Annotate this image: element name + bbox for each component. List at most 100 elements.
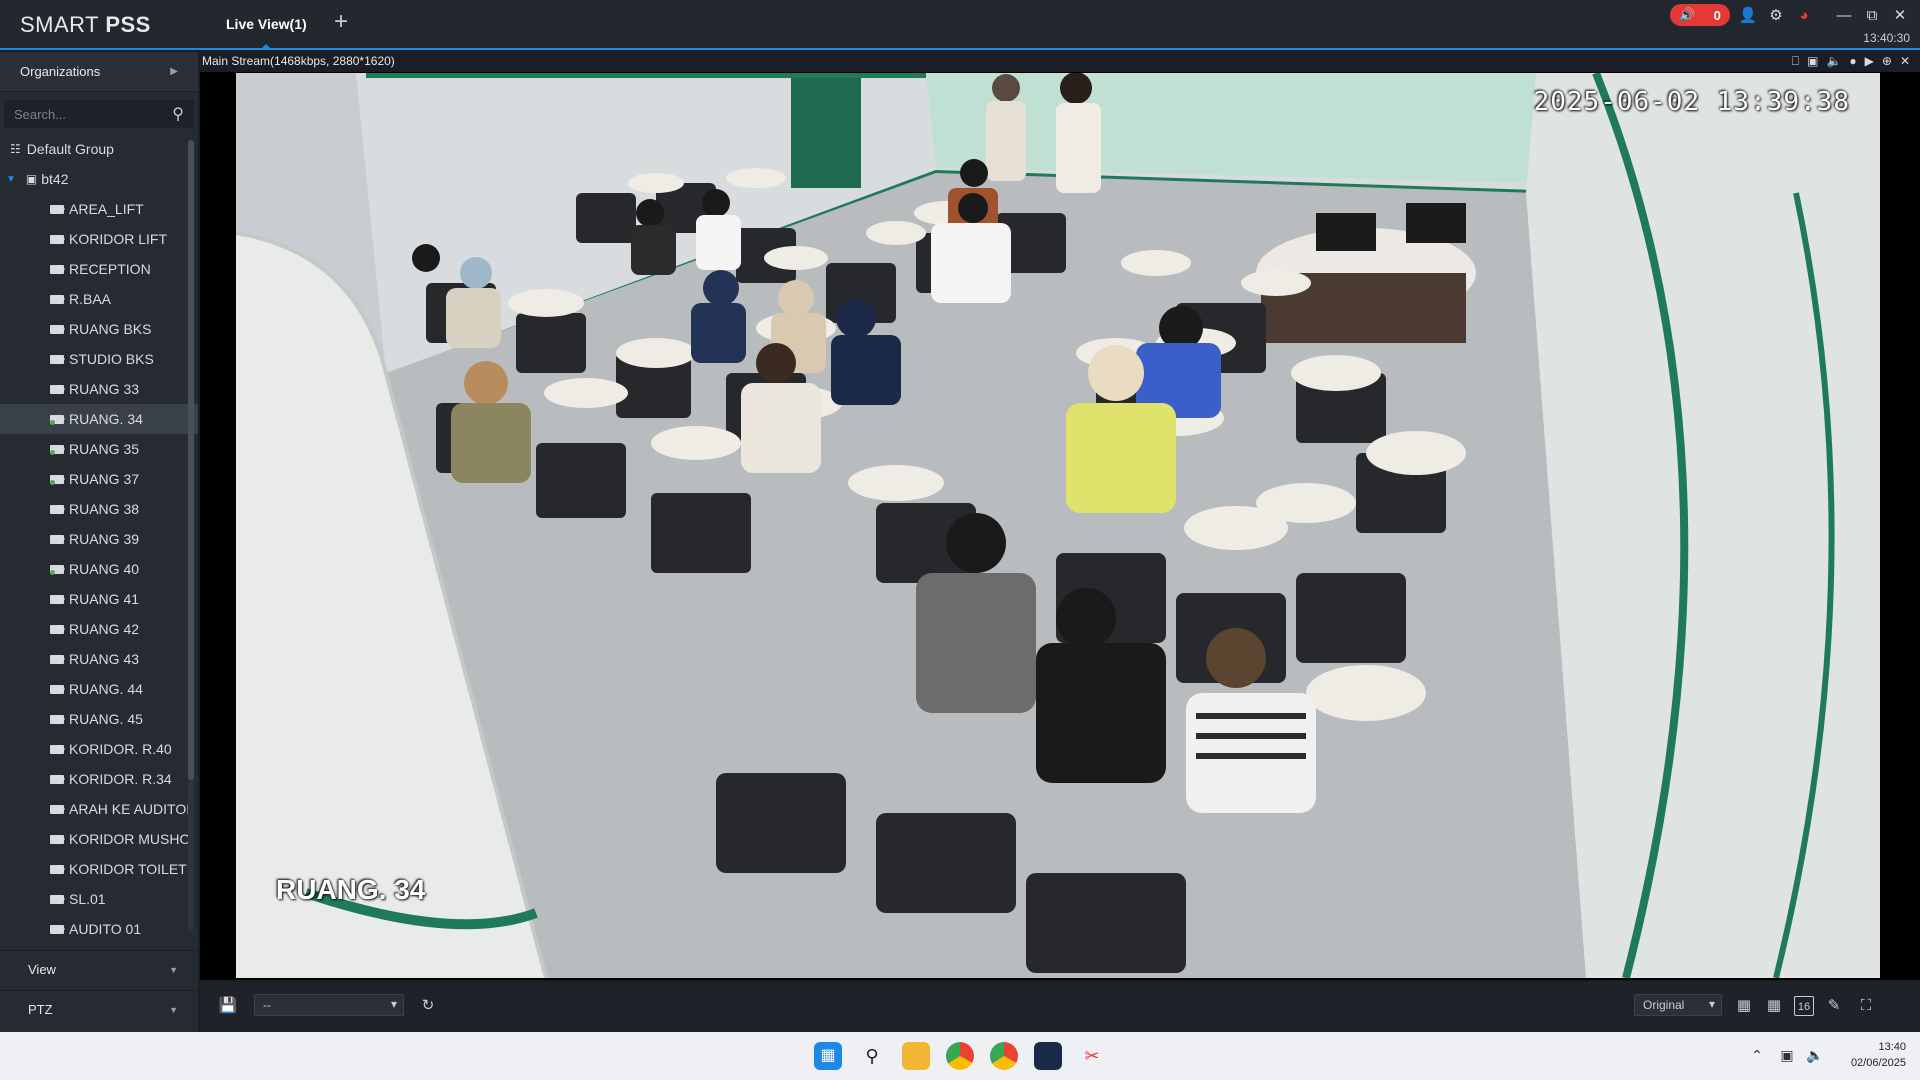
tree-device-bt42[interactable]: ▼ ▣ bt42: [0, 164, 198, 194]
channel-item[interactable]: SL.01: [0, 884, 198, 914]
zoom-icon[interactable]: ⊕: [1882, 54, 1892, 69]
video-window[interactable]: Main Stream(1468kbps, 2880*1620) ⎕ ▣ 🔈 ●…: [200, 52, 1920, 980]
camera-icon: [50, 594, 65, 604]
channel-item[interactable]: AREA_LIFT: [0, 194, 198, 224]
camera-icon: [50, 384, 65, 394]
microphone-icon[interactable]: ●: [1849, 54, 1856, 69]
channel-label: RUANG 41: [69, 591, 140, 607]
channel-item[interactable]: RUANG. 34: [0, 404, 198, 434]
snapshot-icon[interactable]: ▣: [1807, 54, 1818, 69]
channel-item[interactable]: KORIDOR MUSHO: [0, 824, 198, 854]
close-button[interactable]: ✕: [1890, 6, 1910, 26]
performance-icon[interactable]: ◕: [1794, 6, 1814, 26]
chrome-icon[interactable]: [946, 1042, 974, 1070]
view-preset-select[interactable]: --: [254, 994, 404, 1016]
volume-tray-icon[interactable]: 🔈: [1806, 1046, 1824, 1064]
channel-item[interactable]: RUANG 42: [0, 614, 198, 644]
layout-1-icon[interactable]: ▦: [1734, 996, 1754, 1016]
camera-icon: [50, 834, 65, 844]
chevron-right-icon: ▶: [170, 66, 178, 77]
channel-item[interactable]: RUANG. 45: [0, 704, 198, 734]
channel-item[interactable]: RUANG 41: [0, 584, 198, 614]
tree-group-default[interactable]: ☷ Default Group: [0, 134, 198, 164]
aspect-ratio-select[interactable]: Original: [1634, 994, 1722, 1016]
channel-item[interactable]: RUANG 38: [0, 494, 198, 524]
channel-item[interactable]: KORIDOR. R.34: [0, 764, 198, 794]
channel-label: KORIDOR. R.40: [69, 741, 172, 757]
gear-icon[interactable]: ⚙: [1766, 6, 1786, 26]
camera-icon: [50, 744, 65, 754]
tree-scrollbar[interactable]: [188, 140, 194, 930]
camera-icon: [50, 504, 65, 514]
view-panel-header[interactable]: View ▼: [0, 950, 198, 988]
camera-icon: [50, 684, 65, 694]
channel-label: RUANG. 44: [69, 681, 143, 697]
search-input[interactable]: Search...: [14, 107, 66, 122]
add-tab-button[interactable]: +: [330, 10, 352, 34]
chevron-up-icon[interactable]: ⌃: [1748, 1046, 1766, 1064]
channel-item[interactable]: RUANG 35: [0, 434, 198, 464]
system-clock[interactable]: 13:40 02/06/2025: [1851, 1039, 1906, 1071]
channel-label: KORIDOR MUSHO: [69, 831, 191, 847]
ptz-panel-header[interactable]: PTZ ▼: [0, 990, 198, 1028]
channel-item[interactable]: RUANG. 44: [0, 674, 198, 704]
channel-item[interactable]: RUANG 33: [0, 374, 198, 404]
channel-item[interactable]: ARAH KE AUDITOI: [0, 794, 198, 824]
camera-icon: [50, 354, 65, 364]
classroom-scene: [236, 73, 1880, 978]
layout-16-button[interactable]: 16: [1794, 996, 1814, 1016]
channel-item[interactable]: RUANG 40: [0, 554, 198, 584]
channel-list: AREA_LIFT KORIDOR LIFT RECEPTION R.BAA RUANG…: [0, 194, 198, 944]
search-icon[interactable]: ⚲: [858, 1042, 886, 1070]
smartpss-taskbar-icon[interactable]: [1034, 1042, 1062, 1070]
audio-talk-icon[interactable]: ⎕: [1792, 54, 1799, 69]
windows-start-icon[interactable]: ▦: [814, 1042, 842, 1070]
alarm-count: 0: [1713, 7, 1721, 23]
channel-label: RUANG 33: [69, 381, 140, 397]
camera-icon: [50, 804, 65, 814]
save-view-icon[interactable]: 💾: [218, 996, 238, 1016]
camera-icon: [50, 534, 65, 544]
channel-label: RUANG 37: [69, 471, 140, 487]
channel-item[interactable]: KORIDOR TOILET: [0, 854, 198, 884]
channel-item[interactable]: RUANG BKS: [0, 314, 198, 344]
search-field[interactable]: Search... ⚲: [4, 100, 194, 128]
fullscreen-icon[interactable]: ⛶: [1856, 996, 1876, 1016]
alarm-badge[interactable]: 🔊 0: [1670, 4, 1730, 26]
camera-icon: [50, 324, 65, 334]
channel-item[interactable]: AUDITO 01: [0, 914, 198, 944]
volume-icon[interactable]: 🔈: [1826, 54, 1841, 69]
restore-button[interactable]: ⧉: [1862, 6, 1882, 26]
chevron-down-icon: ▼: [169, 1004, 178, 1015]
refresh-icon[interactable]: ↻: [418, 996, 438, 1016]
channel-item[interactable]: RUANG 43: [0, 644, 198, 674]
close-video-icon[interactable]: ✕: [1900, 54, 1910, 69]
minimize-button[interactable]: —: [1834, 6, 1854, 26]
channel-item[interactable]: STUDIO BKS: [0, 344, 198, 374]
tab-live-view[interactable]: Live View(1): [210, 0, 323, 50]
channel-label: R.BAA: [69, 291, 112, 307]
user-icon[interactable]: 👤: [1738, 6, 1758, 26]
camera-icon: [50, 894, 65, 904]
channel-label: KORIDOR. R.34: [69, 771, 172, 787]
edit-layout-icon[interactable]: ✎: [1824, 996, 1844, 1016]
chrome-profile-icon[interactable]: [990, 1042, 1018, 1070]
network-icon[interactable]: ▣: [1778, 1046, 1796, 1064]
channel-item[interactable]: KORIDOR LIFT: [0, 224, 198, 254]
device-tree: ☷ Default Group ▼ ▣ bt42 AREA_LIFT KORIDO…: [0, 134, 198, 944]
record-icon[interactable]: ▶: [1865, 54, 1874, 69]
file-explorer-icon[interactable]: [902, 1042, 930, 1070]
layout-grid-icon[interactable]: ▦: [1764, 996, 1784, 1016]
channel-item[interactable]: R.BAA: [0, 284, 198, 314]
snipping-tool-icon[interactable]: ✂: [1078, 1042, 1106, 1070]
search-icon[interactable]: ⚲: [172, 104, 184, 124]
camera-icon: [50, 444, 65, 455]
channel-item[interactable]: RUANG 39: [0, 524, 198, 554]
speaker-icon: 🔊: [1679, 7, 1696, 22]
organizations-header[interactable]: Organizations ▶: [0, 52, 198, 92]
camera-icon: [50, 654, 65, 664]
channel-item[interactable]: KORIDOR. R.40: [0, 734, 198, 764]
camera-feed[interactable]: 2025-06-02 13:39:38 RUANG. 34: [236, 73, 1880, 978]
channel-item[interactable]: RUANG 37: [0, 464, 198, 494]
channel-item[interactable]: RECEPTION: [0, 254, 198, 284]
